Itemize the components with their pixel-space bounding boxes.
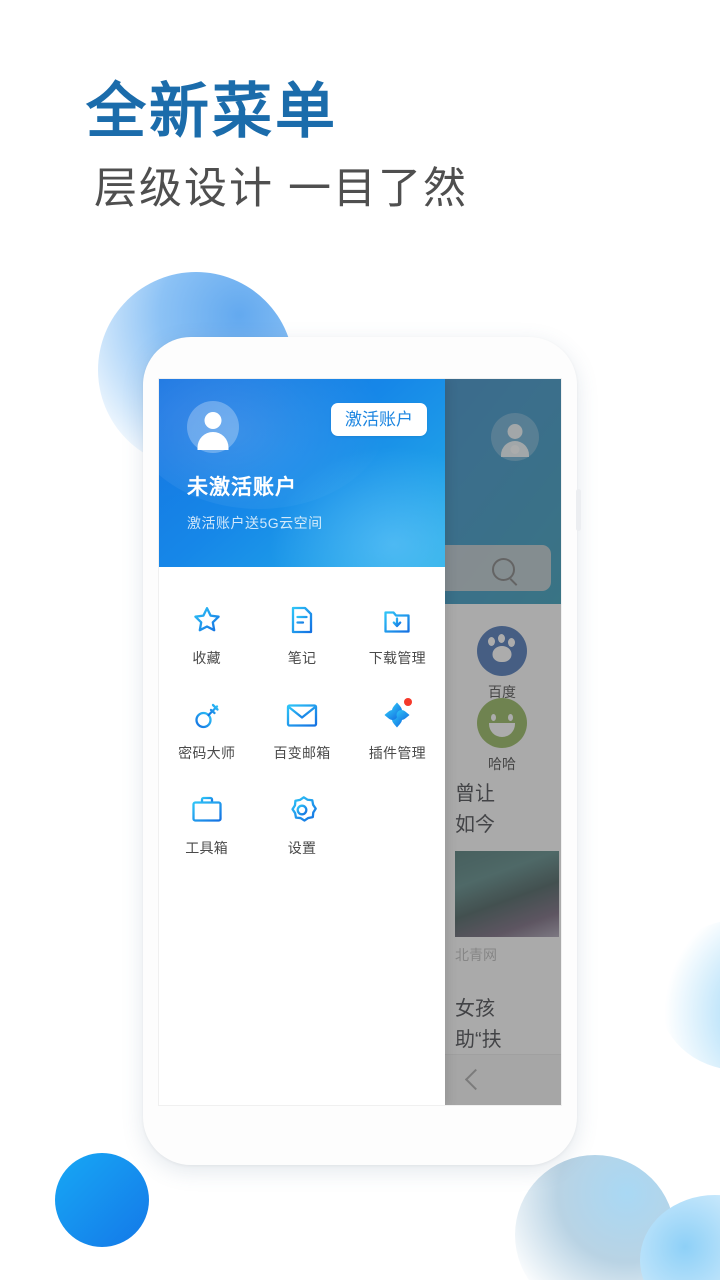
promo-title: 全新菜单 bbox=[86, 78, 338, 145]
menu-item-password-master[interactable]: 密码大师 bbox=[159, 692, 254, 769]
account-name: 未激活账户 bbox=[187, 476, 297, 499]
news-source: 北青网 bbox=[455, 947, 497, 963]
search-icon bbox=[492, 558, 515, 581]
activate-account-button[interactable]: 激活账户 bbox=[331, 403, 427, 436]
phone-mockup: 百度 哈哈 曾让 如今 北青网 女孩 助“扶 激活账户 未激活账户 激活账户送5… bbox=[143, 337, 581, 1165]
app-label: 哈哈 bbox=[488, 756, 516, 772]
account-tagline: 激活账户送5G云空间 bbox=[187, 515, 323, 531]
news-title: 曾让 如今 bbox=[455, 783, 495, 836]
menu-item-label: 工具箱 bbox=[185, 840, 229, 856]
menu-item-plugins[interactable]: 插件管理 bbox=[350, 692, 445, 769]
menu-item-mailbox[interactable]: 百变邮箱 bbox=[254, 692, 349, 769]
menu-item-label: 插件管理 bbox=[368, 745, 426, 761]
menu-item-notes[interactable]: 笔记 bbox=[254, 597, 349, 674]
menu-item-label: 设置 bbox=[287, 840, 317, 856]
phone-side-button[interactable] bbox=[576, 489, 581, 531]
peek-body: 百度 哈哈 曾让 如今 北青网 女孩 助“扶 bbox=[443, 604, 561, 1105]
chevron-left-icon[interactable] bbox=[464, 1068, 487, 1091]
app-shortcut-baidu[interactable]: 百度 bbox=[465, 626, 539, 702]
news-item[interactable]: 曾让 如今 北青网 bbox=[443, 779, 561, 965]
phone-screen: 百度 哈哈 曾让 如今 北青网 女孩 助“扶 激活账户 未激活账户 激活账户送5… bbox=[158, 378, 562, 1106]
menu-item-label: 密码大师 bbox=[178, 745, 236, 761]
user-avatar-icon[interactable] bbox=[187, 401, 239, 453]
account-header: 激活账户 未激活账户 激活账户送5G云空间 bbox=[159, 379, 445, 567]
envelope-icon bbox=[285, 698, 319, 732]
download-folder-icon bbox=[380, 603, 414, 637]
settings-gear-icon bbox=[285, 793, 319, 827]
key-icon bbox=[190, 698, 224, 732]
menu-item-favorites[interactable]: 收藏 bbox=[159, 597, 254, 674]
menu-item-label: 收藏 bbox=[192, 650, 221, 666]
news-title: 女孩 助“扶 bbox=[455, 998, 502, 1051]
promo-headline-block: 全新菜单 层级设计 一目了然 bbox=[86, 80, 468, 213]
plugin-icon bbox=[380, 698, 414, 732]
app-shortcut-haha[interactable]: 哈哈 bbox=[465, 698, 539, 774]
menu-item-settings[interactable]: 设置 bbox=[254, 787, 349, 864]
menu-item-downloads[interactable]: 下载管理 bbox=[350, 597, 445, 674]
menu-item-toolbox[interactable]: 工具箱 bbox=[159, 787, 254, 864]
smiley-icon bbox=[477, 698, 527, 748]
menu-item-label: 下载管理 bbox=[368, 650, 426, 666]
note-icon bbox=[285, 603, 319, 637]
promo-screenshot: 全新菜单 层级设计 一目了然 百度 哈哈 曾让 如今 北青网 女孩 助“扶 激活… bbox=[0, 0, 720, 1280]
background-page-peek[interactable]: 百度 哈哈 曾让 如今 北青网 女孩 助“扶 bbox=[443, 379, 561, 1105]
decorative-circle-bottom-left bbox=[55, 1153, 149, 1247]
bottom-navigation-bar bbox=[443, 1054, 561, 1105]
menu-item-label: 百变邮箱 bbox=[273, 745, 331, 761]
decorative-blob-right-upper bbox=[658, 920, 720, 1070]
search-input[interactable] bbox=[443, 545, 551, 591]
user-avatar-icon[interactable] bbox=[491, 413, 539, 461]
toolbox-icon bbox=[190, 793, 224, 827]
menu-grid: 收藏 笔记 下载管理 密码大师 百变邮箱 插件管理 工具箱 设置 bbox=[159, 567, 445, 864]
star-icon bbox=[190, 603, 224, 637]
menu-item-label: 笔记 bbox=[287, 650, 317, 666]
baidu-paw-icon bbox=[477, 626, 527, 676]
news-item[interactable]: 女孩 助“扶 bbox=[443, 994, 561, 1056]
side-menu-drawer: 激活账户 未激活账户 激活账户送5G云空间 收藏 笔记 下载管理 密码大师 百变… bbox=[159, 379, 445, 1105]
news-thumbnail bbox=[455, 851, 559, 937]
peek-header bbox=[443, 379, 561, 604]
promo-subtitle: 层级设计 一目了然 bbox=[94, 164, 468, 213]
